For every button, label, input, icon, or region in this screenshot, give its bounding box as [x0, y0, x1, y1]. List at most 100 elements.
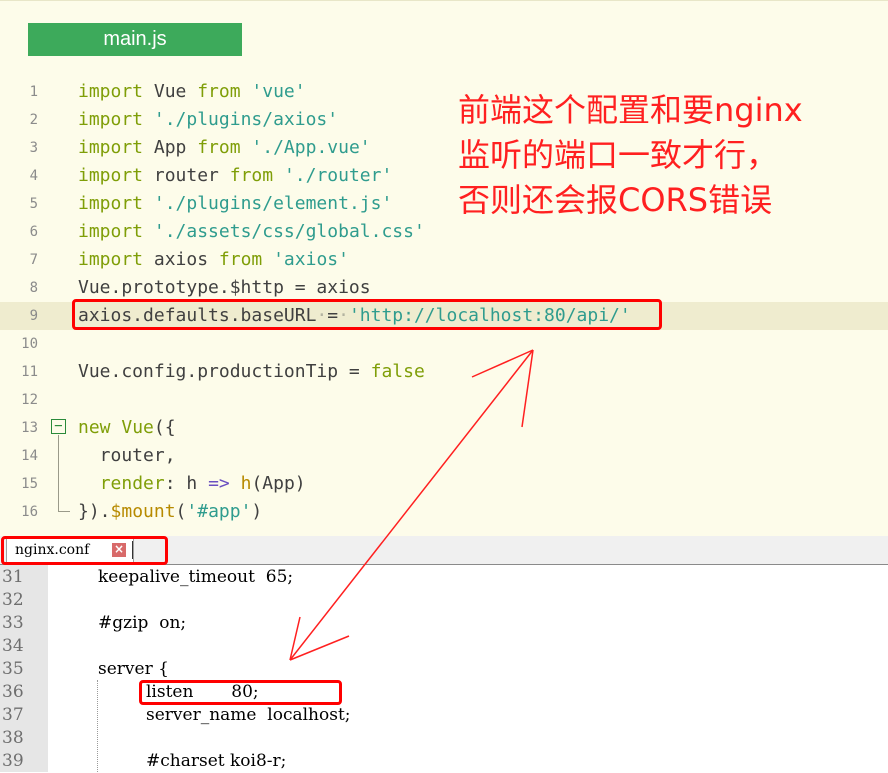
line-number: 39	[2, 751, 24, 771]
code-token: ({	[153, 417, 176, 438]
config-line[interactable]: 38	[0, 727, 888, 750]
code-token: = axios	[283, 277, 371, 298]
code-text: Vue.config.productionTip = false	[78, 358, 425, 386]
line-number: 31	[2, 567, 24, 587]
line-number: 36	[2, 682, 24, 702]
code-token: './plugins/element.js'	[153, 193, 393, 214]
config-line[interactable]: 35 server {	[0, 658, 888, 681]
annotation-line: 否则还会报CORS错误	[458, 181, 773, 219]
line-number: 37	[2, 705, 24, 725]
code-text: }).$mount('#app')	[78, 498, 262, 526]
code-text: import router from './router'	[78, 162, 392, 190]
code-token: (	[175, 501, 187, 522]
code-token: import	[78, 109, 144, 130]
config-line[interactable]: 34	[0, 635, 888, 658]
listen-highlight-box	[139, 680, 342, 705]
code-token: 'axios'	[273, 249, 349, 270]
code-line[interactable]: 10	[0, 330, 888, 358]
code-token: App	[143, 137, 198, 158]
code-text: router,	[78, 442, 176, 470]
code-token: )	[251, 501, 263, 522]
annotation-line: 前端这个配置和要nginx	[458, 91, 803, 129]
code-token: router	[143, 165, 230, 186]
config-text: #charset koi8-r;	[146, 751, 287, 771]
line-number: 11	[21, 364, 38, 380]
code-token: import	[78, 221, 144, 242]
code-token: Vue.prototype.	[78, 277, 230, 298]
code-token: axios	[143, 249, 219, 270]
code-line[interactable]: 13 new Vue({	[0, 414, 888, 442]
config-line[interactable]: 33 #gzip on;	[0, 612, 888, 635]
code-token: new	[78, 417, 111, 438]
code-token: import	[78, 249, 144, 270]
line-number: 33	[2, 613, 24, 633]
code-text: import './plugins/axios'	[78, 106, 338, 134]
fold-toggle-icon[interactable]: −	[51, 419, 66, 434]
code-line[interactable]: 11 Vue.config.productionTip = false	[0, 358, 888, 386]
code-text: import axios from 'axios'	[78, 246, 349, 274]
code-token: import	[78, 165, 144, 186]
code-token: import	[78, 81, 144, 102]
code-line[interactable]: 14 router,	[0, 442, 888, 470]
fold-guide-line	[58, 435, 59, 511]
code-token: }).	[78, 501, 111, 522]
code-token: : h	[164, 473, 209, 494]
code-token: Vue	[121, 417, 154, 438]
code-token: Vue.config.productionTip =	[78, 361, 371, 382]
code-text: import App from './App.vue'	[78, 134, 371, 162]
code-text: import './assets/css/global.css'	[78, 218, 425, 246]
code-token: =>	[208, 473, 230, 494]
config-text: keepalive_timeout 65;	[98, 567, 294, 587]
code-line[interactable]: 15 render: h => h(App)	[0, 470, 888, 498]
line-number: 1	[29, 84, 38, 100]
line-number: 8	[29, 280, 38, 296]
indent-guide	[97, 680, 98, 772]
line-number: 38	[2, 728, 24, 748]
line-number: 35	[2, 659, 24, 679]
code-token: Vue	[143, 81, 198, 102]
annotation-line: 监听的端口一致才行，	[458, 136, 779, 174]
code-token: from	[229, 165, 274, 186]
code-line[interactable]: 7 import axios from 'axios'	[0, 246, 888, 274]
code-token: './router'	[283, 165, 393, 186]
line-number: 7	[29, 252, 38, 268]
code-line[interactable]: 8 Vue.prototype.$http = axios	[0, 274, 888, 302]
line-number: 10	[21, 336, 38, 352]
config-line[interactable]: 31 keepalive_timeout 65;	[0, 566, 888, 589]
code-text: new Vue({	[78, 414, 176, 442]
code-token: (App)	[251, 473, 306, 494]
config-line[interactable]: 39 #charset koi8-r;	[0, 750, 888, 773]
tab-main-js[interactable]: main.js	[28, 23, 242, 56]
line-number: 13	[21, 420, 38, 436]
line-number: 32	[2, 590, 24, 610]
code-token: 'vue'	[251, 81, 306, 102]
code-line[interactable]: 12	[0, 386, 888, 414]
code-token: import	[78, 137, 144, 158]
nginx-tab-highlight-box	[1, 536, 168, 565]
code-token: router,	[78, 445, 176, 466]
code-token: h	[240, 473, 252, 494]
line-number: 12	[21, 392, 38, 408]
config-line[interactable]: 32	[0, 589, 888, 612]
line-number: 9	[29, 308, 38, 324]
code-line[interactable]: 16}).$mount('#app')	[0, 498, 888, 526]
config-line[interactable]: 37 server_name localhost;	[0, 704, 888, 727]
main-js-editor[interactable]: main.js 1 import Vue from 'vue' 2 import '.…	[0, 0, 888, 537]
fold-guide-end	[58, 511, 70, 512]
code-token: render	[99, 473, 165, 494]
line-number: 6	[29, 224, 38, 240]
code-text: import Vue from 'vue'	[78, 78, 306, 106]
code-token: from	[197, 81, 241, 102]
config-text: server {	[98, 659, 169, 679]
code-token: from	[197, 137, 241, 158]
config-line[interactable]: 36 listen 80;	[0, 681, 888, 704]
annotation-note: 前端这个配置和要nginx 监听的端口一致才行， 否则还会报CORS错误	[458, 88, 878, 223]
